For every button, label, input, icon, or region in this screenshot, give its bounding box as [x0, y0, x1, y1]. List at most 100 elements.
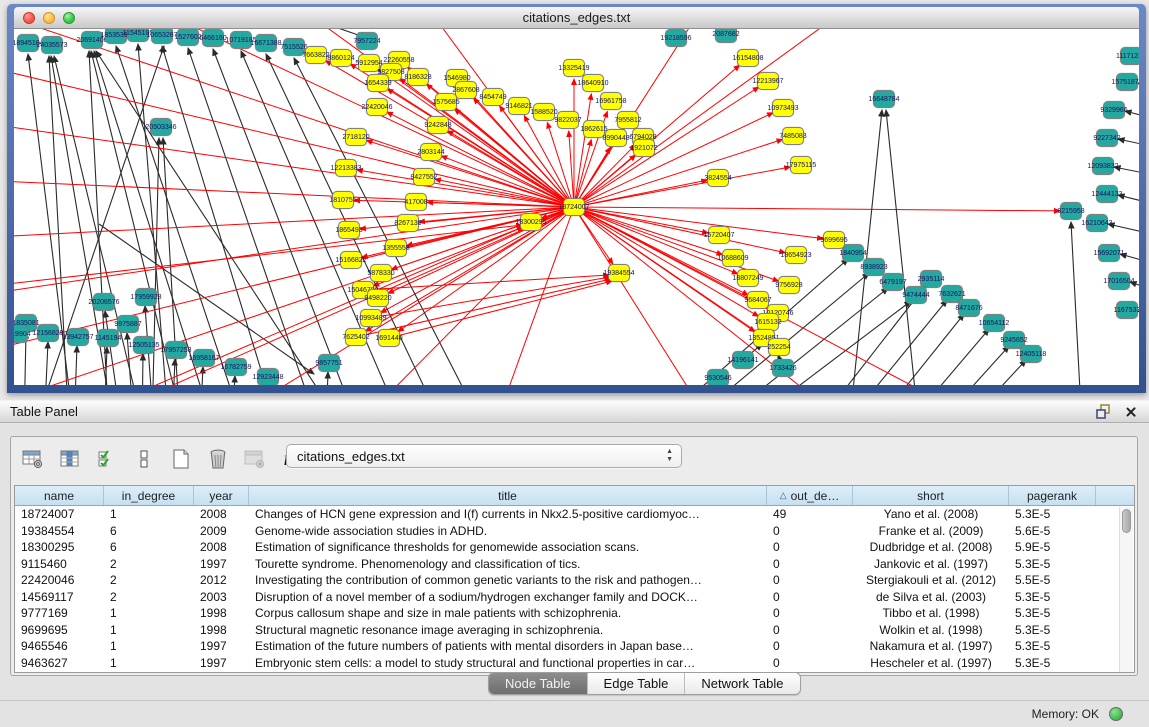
graph-node[interactable]: 12213383: [335, 159, 357, 177]
graph-node[interactable]: 15720407: [708, 226, 730, 244]
graph-node[interactable]: 10653287: [151, 29, 173, 44]
graph-node[interactable]: 5878330: [370, 264, 392, 282]
graph-node[interactable]: 1145194: [97, 329, 119, 347]
cell-name[interactable]: 9465546: [15, 638, 104, 655]
cell-title[interactable]: Investigating the contribution of common…: [249, 572, 767, 589]
cell-name[interactable]: 9463627: [15, 655, 104, 672]
cell-out_de[interactable]: 0: [767, 638, 853, 655]
cell-in_degree[interactable]: 1: [104, 655, 194, 672]
graph-node[interactable]: 2803144: [420, 143, 442, 161]
graph-node[interactable]: 252254: [768, 338, 790, 356]
graph-node[interactable]: 8938923: [863, 258, 885, 276]
graph-node[interactable]: 9530546: [707, 369, 729, 385]
graph-node[interactable]: 8454749: [482, 88, 504, 106]
cell-title[interactable]: Structural magnetic resonance image aver…: [249, 622, 767, 639]
graph-node[interactable]: 6466160: [202, 29, 224, 47]
table-row[interactable]: 1938455462009Genome-wide association stu…: [15, 523, 1134, 540]
cell-in_degree[interactable]: 2: [104, 572, 194, 589]
close-panel-icon[interactable]: [1125, 406, 1137, 418]
graph-node[interactable]: 1840954: [842, 244, 864, 262]
cell-out_de[interactable]: 0: [767, 622, 853, 639]
cell-title[interactable]: Embryonic stem cells: a model to study s…: [249, 655, 767, 672]
table-row[interactable]: 2242004622012Investigating the contribut…: [15, 572, 1134, 589]
graph-node[interactable]: 7663822: [305, 46, 327, 64]
graph-node[interactable]: 9822037: [557, 111, 579, 129]
cell-pagerank[interactable]: 5.9E-5: [1009, 539, 1096, 556]
table-vertical-scrollbar[interactable]: [1119, 507, 1133, 672]
graph-node[interactable]: 12093832: [1092, 157, 1114, 175]
cell-short[interactable]: Jankovic et al. (1997): [853, 556, 1009, 573]
cell-pagerank[interactable]: 5.6E-5: [1009, 523, 1096, 540]
graph-node[interactable]: 8990448: [605, 129, 627, 147]
graph-node[interactable]: 8186328: [407, 68, 429, 86]
cell-title[interactable]: Genome-wide association studies in ADHD.: [249, 523, 767, 540]
cell-year[interactable]: 2009: [194, 523, 249, 540]
graph-node[interactable]: 18807249: [737, 269, 759, 287]
graph-node[interactable]: 2867608: [455, 81, 477, 99]
graph-node[interactable]: 12505135: [133, 336, 155, 354]
cell-short[interactable]: Nakamura et al. (1997): [853, 638, 1009, 655]
graph-node[interactable]: 417008: [405, 193, 427, 211]
graph-node[interactable]: 17957253: [165, 341, 187, 359]
graph-node[interactable]: 7957224: [356, 32, 378, 50]
graph-node[interactable]: 10993489: [360, 309, 382, 327]
graph-node[interactable]: 17959928: [135, 288, 157, 306]
cell-year[interactable]: 2008: [194, 539, 249, 556]
cell-title[interactable]: Estimation of significance thresholds fo…: [249, 539, 767, 556]
graph-node[interactable]: 1865493: [338, 221, 360, 239]
table-row[interactable]: 969969511998Structural magnetic resonanc…: [15, 622, 1134, 639]
cell-short[interactable]: Tibbo et al. (1998): [853, 605, 1009, 622]
graph-node[interactable]: 16958167: [193, 349, 215, 367]
cell-short[interactable]: de Silva et al. (2003): [853, 589, 1009, 606]
cell-year[interactable]: 2012: [194, 572, 249, 589]
graph-node[interactable]: 12156829: [37, 324, 59, 342]
cell-out_de[interactable]: 0: [767, 539, 853, 556]
cell-name[interactable]: 9699695: [15, 622, 104, 639]
graph-node[interactable]: 9699695: [823, 231, 845, 249]
cell-out_de[interactable]: 0: [767, 655, 853, 672]
cell-short[interactable]: Stergiakouli et al. (2012): [853, 572, 1009, 589]
tab-edge-table[interactable]: Edge Table: [588, 673, 686, 694]
select-columns-button[interactable]: [58, 447, 82, 471]
graph-node[interactable]: 1355558: [385, 239, 407, 257]
cell-pagerank[interactable]: 5.3E-5: [1009, 605, 1096, 622]
graph-node[interactable]: 7485083: [782, 127, 804, 145]
table-row[interactable]: 1830029562008Estimation of significance …: [15, 539, 1134, 556]
cell-name[interactable]: 18724007: [15, 506, 104, 523]
graph-node[interactable]: 9227342: [1096, 129, 1118, 147]
graph-node[interactable]: 19384554: [608, 264, 630, 282]
graph-node[interactable]: 9684067: [747, 291, 769, 309]
cell-title[interactable]: Estimation of the future numbers of pati…: [249, 638, 767, 655]
graph-node[interactable]: 18640910: [582, 74, 604, 92]
graph-node[interactable]: 16210643: [1086, 214, 1108, 232]
table-row[interactable]: 946362711997Embryonic stem cells: a mode…: [15, 655, 1134, 672]
graph-node[interactable]: 18654923: [785, 246, 807, 264]
tab-network-table[interactable]: Network Table: [685, 673, 799, 694]
create-table-button[interactable]: [169, 447, 193, 471]
graph-node[interactable]: 10688609: [722, 249, 744, 267]
cell-name[interactable]: 9115460: [15, 556, 104, 573]
graph-node[interactable]: 9756928: [778, 276, 800, 294]
cell-pagerank[interactable]: 5.3E-5: [1009, 589, 1096, 606]
graph-node[interactable]: 16782759: [225, 358, 247, 376]
cell-year[interactable]: 1997: [194, 638, 249, 655]
cell-pagerank[interactable]: 5.3E-5: [1009, 506, 1096, 523]
graph-node[interactable]: 10654112: [983, 314, 1005, 332]
graph-node[interactable]: 16154808: [737, 49, 759, 67]
graph-node[interactable]: 1810755: [332, 191, 354, 209]
cell-in_degree[interactable]: 6: [104, 523, 194, 540]
table-row[interactable]: 1872400712008Changes of HCN gene express…: [15, 506, 1134, 523]
graph-node[interactable]: 13942757: [67, 328, 89, 346]
cell-year[interactable]: 1998: [194, 605, 249, 622]
graph-node[interactable]: 10719185: [230, 31, 252, 49]
graph-node[interactable]: 2087682: [715, 29, 737, 43]
cell-short[interactable]: Dudbridge et al. (2008): [853, 539, 1009, 556]
cell-name[interactable]: 18300295: [15, 539, 104, 556]
graph-node[interactable]: 3824554: [707, 169, 729, 187]
graph-node[interactable]: 1527602: [177, 29, 199, 46]
cell-out_de[interactable]: 49: [767, 506, 853, 523]
graph-node[interactable]: 18724007: [563, 198, 585, 216]
column-header-out_de[interactable]: △out_de…: [767, 486, 853, 505]
graph-node[interactable]: 16671388: [255, 34, 277, 52]
graph-node[interactable]: 12444133: [1096, 185, 1118, 203]
